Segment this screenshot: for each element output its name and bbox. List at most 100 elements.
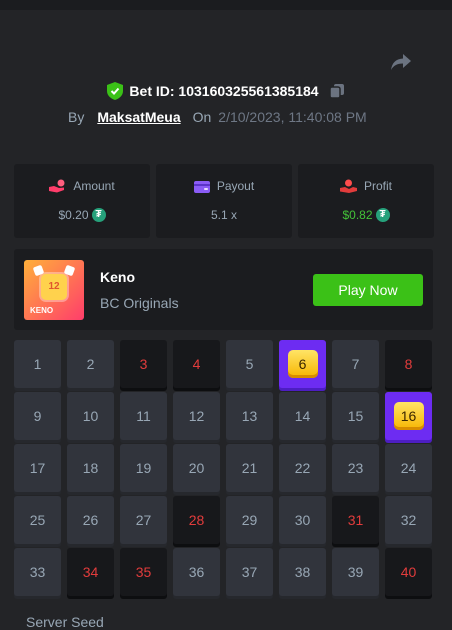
keno-cell-10[interactable]: 10 — [67, 392, 114, 440]
keno-thumbnail[interactable]: 12 KENO — [24, 260, 84, 320]
bet-byline: By MaksatMeua On 2/10/2023, 11:40:08 PM — [68, 109, 367, 125]
profit-hand-icon — [339, 179, 357, 193]
server-seed-label: Server Seed — [26, 614, 104, 630]
keno-cell-4[interactable]: 4 — [173, 340, 220, 388]
bet-stats: Amount $0.20 ₮ Payout 5.1 x Profit $0.82… — [14, 164, 434, 238]
keno-cell-number: 21 — [241, 460, 258, 476]
wallet-icon — [193, 180, 210, 193]
keno-cell-number: 35 — [135, 564, 152, 580]
keno-cell-30[interactable]: 30 — [279, 496, 326, 544]
keno-cell-14[interactable]: 14 — [279, 392, 326, 440]
keno-cell-40[interactable]: 40 — [385, 548, 432, 596]
keno-cell-number: 17 — [29, 460, 46, 476]
keno-cell-number: 10 — [82, 408, 99, 424]
keno-cell-number: 40 — [400, 564, 417, 580]
keno-cell-8[interactable]: 8 — [385, 340, 432, 388]
keno-cell-15[interactable]: 15 — [332, 392, 379, 440]
keno-cell-12[interactable]: 12 — [173, 392, 220, 440]
keno-cell-25[interactable]: 25 — [14, 496, 61, 544]
keno-cell-number: 5 — [245, 356, 254, 372]
keno-cell-7[interactable]: 7 — [332, 340, 379, 388]
keno-cell-28[interactable]: 28 — [173, 496, 220, 544]
keno-cell-number: 33 — [29, 564, 46, 580]
top-bar — [0, 0, 452, 10]
keno-cell-29[interactable]: 29 — [226, 496, 273, 544]
play-now-button[interactable]: Play Now — [313, 274, 423, 306]
keno-cell-number: 1 — [33, 356, 42, 372]
keno-cell-16[interactable]: 16 — [385, 392, 432, 440]
game-provider: BC Originals — [100, 295, 179, 311]
stat-amount-label: Amount — [73, 179, 115, 193]
keno-cell-27[interactable]: 27 — [120, 496, 167, 544]
keno-cell-9[interactable]: 9 — [14, 392, 61, 440]
keno-cell-number: 31 — [347, 512, 364, 528]
username-link[interactable]: MaksatMeua — [97, 109, 180, 125]
keno-cell-1[interactable]: 1 — [14, 340, 61, 388]
verified-shield-icon — [107, 82, 124, 100]
stat-payout-value: 5.1 x — [210, 208, 237, 222]
hand-coin-icon — [49, 179, 65, 193]
keno-cell-number: 22 — [294, 460, 311, 476]
keno-cell-13[interactable]: 13 — [226, 392, 273, 440]
keno-cell-number: 29 — [241, 512, 258, 528]
keno-cell-number: 4 — [192, 356, 201, 372]
keno-cell-23[interactable]: 23 — [332, 444, 379, 492]
keno-cell-number: 20 — [188, 460, 205, 476]
bet-date: 2/10/2023, 11:40:08 PM — [218, 109, 367, 125]
keno-cell-number: 19 — [135, 460, 152, 476]
keno-cell-38[interactable]: 38 — [279, 548, 326, 596]
keno-cell-number: 26 — [82, 512, 99, 528]
keno-cell-number: 34 — [82, 564, 99, 580]
keno-cell-33[interactable]: 33 — [14, 548, 61, 596]
keno-cell-26[interactable]: 26 — [67, 496, 114, 544]
keno-cell-number: 9 — [33, 408, 42, 424]
stat-amount: Amount $0.20 ₮ — [14, 164, 150, 238]
keno-number-grid: 1 2 3 4 5 6 7 8 9 10 11 12 13 14 15 16 17 18 19 20 21 22 23 24 2… — [14, 340, 432, 596]
bet-id-line: Bet ID: 103160325561385184 — [0, 82, 452, 100]
keno-cell-number: 39 — [347, 564, 364, 580]
keno-cell-6[interactable]: 6 — [279, 340, 326, 388]
stat-payout: Payout 5.1 x — [156, 164, 292, 238]
keno-cell-31[interactable]: 31 — [332, 496, 379, 544]
keno-cell-number: 18 — [82, 460, 99, 476]
keno-cell-18[interactable]: 18 — [67, 444, 114, 492]
share-icon[interactable] — [389, 52, 413, 72]
keno-cell-34[interactable]: 34 — [67, 548, 114, 596]
keno-cell-number: 23 — [347, 460, 364, 476]
by-label: By — [68, 109, 85, 125]
keno-hit-number: 6 — [287, 350, 318, 378]
keno-cell-17[interactable]: 17 — [14, 444, 61, 492]
keno-cell-36[interactable]: 36 — [173, 548, 220, 596]
game-name: Keno — [100, 269, 135, 285]
keno-cell-35[interactable]: 35 — [120, 548, 167, 596]
stat-payout-label: Payout — [216, 179, 255, 193]
thumbnail-title: KENO — [30, 306, 54, 315]
keno-cell-20[interactable]: 20 — [173, 444, 220, 492]
copy-icon[interactable] — [328, 83, 345, 99]
keno-cell-number: 24 — [400, 460, 417, 476]
keno-cell-2[interactable]: 2 — [67, 340, 114, 388]
stat-profit-label: Profit — [363, 179, 392, 193]
keno-ball-icon: 12 — [41, 274, 67, 300]
keno-cell-3[interactable]: 3 — [120, 340, 167, 388]
keno-cell-number: 30 — [294, 512, 311, 528]
keno-cell-32[interactable]: 32 — [385, 496, 432, 544]
keno-hit-number: 16 — [393, 402, 424, 430]
keno-cell-21[interactable]: 21 — [226, 444, 273, 492]
keno-cell-11[interactable]: 11 — [120, 392, 167, 440]
keno-cell-number: 2 — [86, 356, 95, 372]
tether-coin-icon: ₮ — [91, 208, 106, 222]
game-card: 12 KENO Keno BC Originals Play Now — [14, 249, 433, 330]
keno-cell-24[interactable]: 24 — [385, 444, 432, 492]
keno-cell-39[interactable]: 39 — [332, 548, 379, 596]
keno-cell-5[interactable]: 5 — [226, 340, 273, 388]
keno-cell-number: 7 — [351, 356, 360, 372]
keno-cell-number: 36 — [188, 564, 205, 580]
keno-cell-number: 25 — [29, 512, 46, 528]
keno-cell-number: 11 — [136, 408, 151, 424]
keno-cell-37[interactable]: 37 — [226, 548, 273, 596]
bet-id: Bet ID: 103160325561385184 — [129, 83, 319, 99]
keno-cell-number: 15 — [347, 408, 364, 424]
keno-cell-19[interactable]: 19 — [120, 444, 167, 492]
keno-cell-22[interactable]: 22 — [279, 444, 326, 492]
